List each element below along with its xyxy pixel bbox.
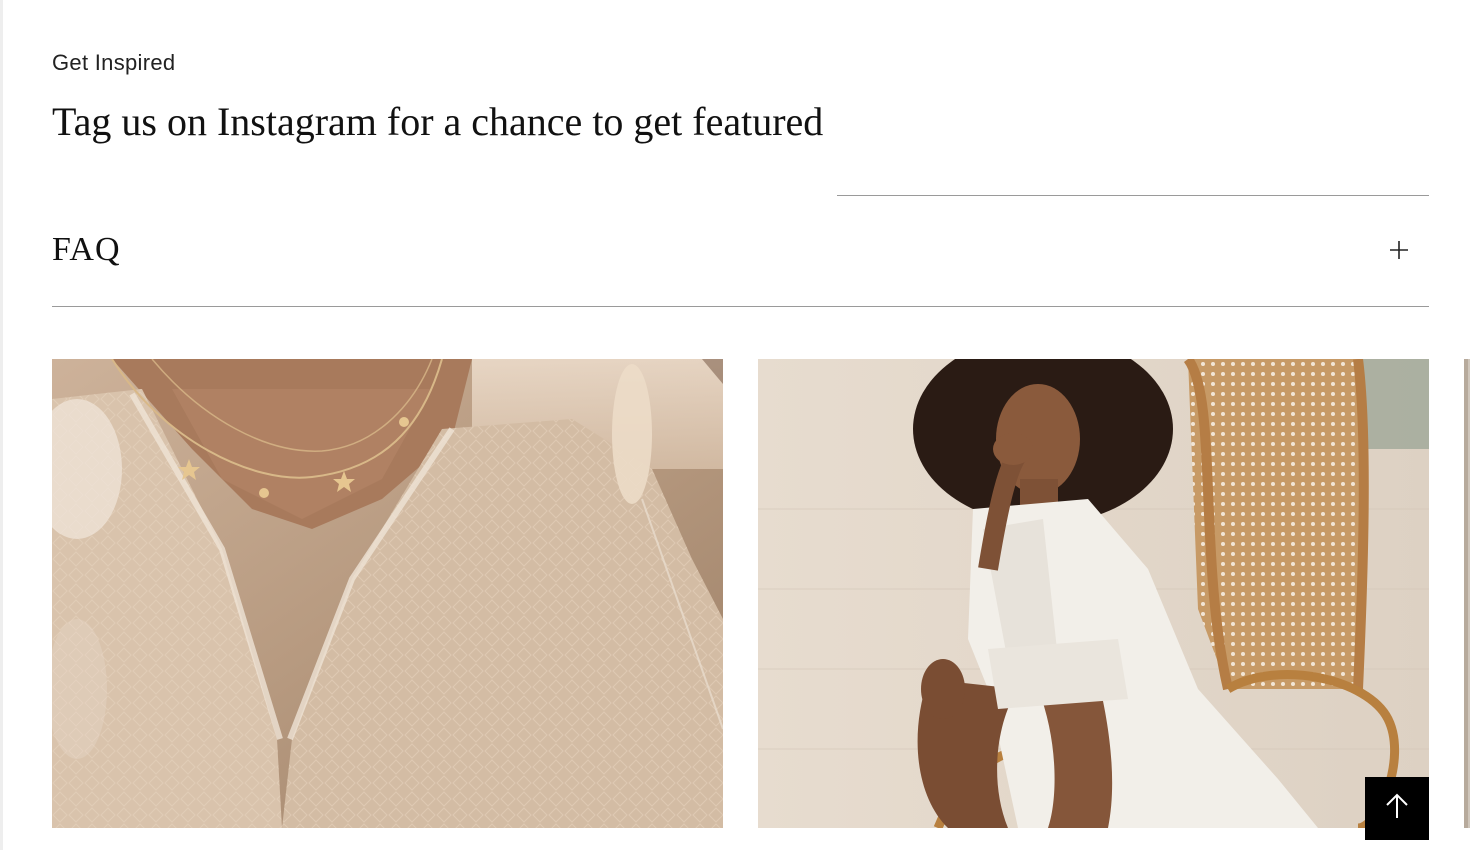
instagram-image-necklace[interactable] xyxy=(52,359,723,828)
page-edge xyxy=(0,0,3,850)
plus-icon[interactable] xyxy=(1387,238,1411,262)
page: Get Inspired Tag us on Instagram for a c… xyxy=(0,0,1470,850)
divider-bottom xyxy=(52,306,1429,307)
instagram-image-chair[interactable] xyxy=(758,359,1429,828)
section-headline: Tag us on Instagram for a chance to get … xyxy=(52,99,824,144)
faq-title: FAQ xyxy=(52,231,121,268)
arrow-up-icon xyxy=(1382,791,1412,826)
faq-accordion-toggle[interactable]: FAQ xyxy=(52,196,1429,306)
instagram-image-partial[interactable] xyxy=(1464,359,1470,828)
section-eyebrow: Get Inspired xyxy=(52,50,176,75)
back-to-top-button[interactable] xyxy=(1365,777,1429,840)
